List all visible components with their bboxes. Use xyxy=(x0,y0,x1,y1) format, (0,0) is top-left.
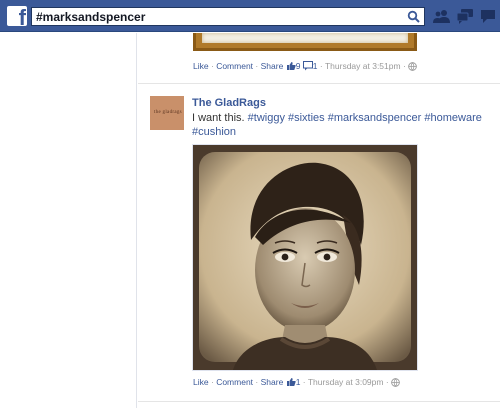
dot-separator: · xyxy=(385,377,389,387)
post-timestamp[interactable]: Thursday at 3:51pm xyxy=(325,61,401,71)
previous-post-photo[interactable] xyxy=(193,33,417,51)
post-text-plain: I want this. xyxy=(192,112,245,124)
globe-icon[interactable] xyxy=(408,62,417,71)
friend-requests-icon[interactable] xyxy=(433,8,451,24)
thumbs-up-icon xyxy=(286,378,296,386)
hashtag-link[interactable]: #marksandspencer xyxy=(328,112,422,124)
post-photo[interactable] xyxy=(192,144,418,371)
dot-separator: · xyxy=(302,377,306,387)
notifications-icon[interactable] xyxy=(479,8,497,24)
like-link[interactable]: Like xyxy=(193,61,209,71)
likes-count[interactable]: 1 xyxy=(296,377,301,387)
share-link[interactable]: Share xyxy=(261,61,284,71)
comment-link[interactable]: Comment xyxy=(216,377,253,387)
post-text: I want this. #twiggy #sixties #marksands… xyxy=(192,111,492,139)
dot-separator: · xyxy=(255,377,259,387)
share-link[interactable]: Share xyxy=(261,377,284,387)
comment-bubble-icon xyxy=(302,61,313,71)
dot-separator: · xyxy=(402,61,406,71)
like-link[interactable]: Like xyxy=(193,377,209,387)
post-actions: Like · Comment · Share 1 · Thursday at 3… xyxy=(193,377,400,388)
cushion-photo-image xyxy=(193,145,417,370)
dot-separator: · xyxy=(210,61,214,71)
search-value: #marksandspencer xyxy=(36,10,146,24)
messages-icon[interactable] xyxy=(456,8,474,24)
avatar-logo-text: the gladrags xyxy=(154,110,182,115)
post-timestamp[interactable]: Thursday at 3:09pm xyxy=(308,377,384,387)
dot-separator: · xyxy=(255,61,259,71)
hashtag-link[interactable]: #cushion xyxy=(192,126,236,138)
facebook-logo[interactable]: f xyxy=(7,6,27,26)
dot-separator: · xyxy=(210,377,214,387)
story-separator xyxy=(138,401,500,402)
hashtag-link[interactable]: #homeware xyxy=(424,112,481,124)
post-actions: Like · Comment · Share 9 1 · Thursday at… xyxy=(193,61,417,72)
comment-link[interactable]: Comment xyxy=(216,61,253,71)
hashtag-link[interactable]: #sixties xyxy=(288,112,325,124)
comments-count[interactable]: 1 xyxy=(313,61,318,71)
post-author[interactable]: The GladRags xyxy=(192,97,266,109)
search-input[interactable]: #marksandspencer xyxy=(31,7,425,26)
facebook-logo-letter: f xyxy=(18,6,26,27)
previous-post-photo-inner xyxy=(202,33,408,43)
likes-count[interactable]: 9 xyxy=(296,61,301,71)
left-sidebar xyxy=(0,33,137,408)
dot-separator: · xyxy=(319,61,323,71)
hashtag-link[interactable]: #twiggy xyxy=(248,112,285,124)
search-icon[interactable] xyxy=(407,10,421,24)
top-bar: f #marksandspencer xyxy=(0,0,500,32)
avatar[interactable]: the gladrags xyxy=(150,96,184,130)
thumbs-up-icon xyxy=(286,62,296,70)
globe-icon[interactable] xyxy=(391,378,400,387)
story-separator xyxy=(138,83,500,84)
